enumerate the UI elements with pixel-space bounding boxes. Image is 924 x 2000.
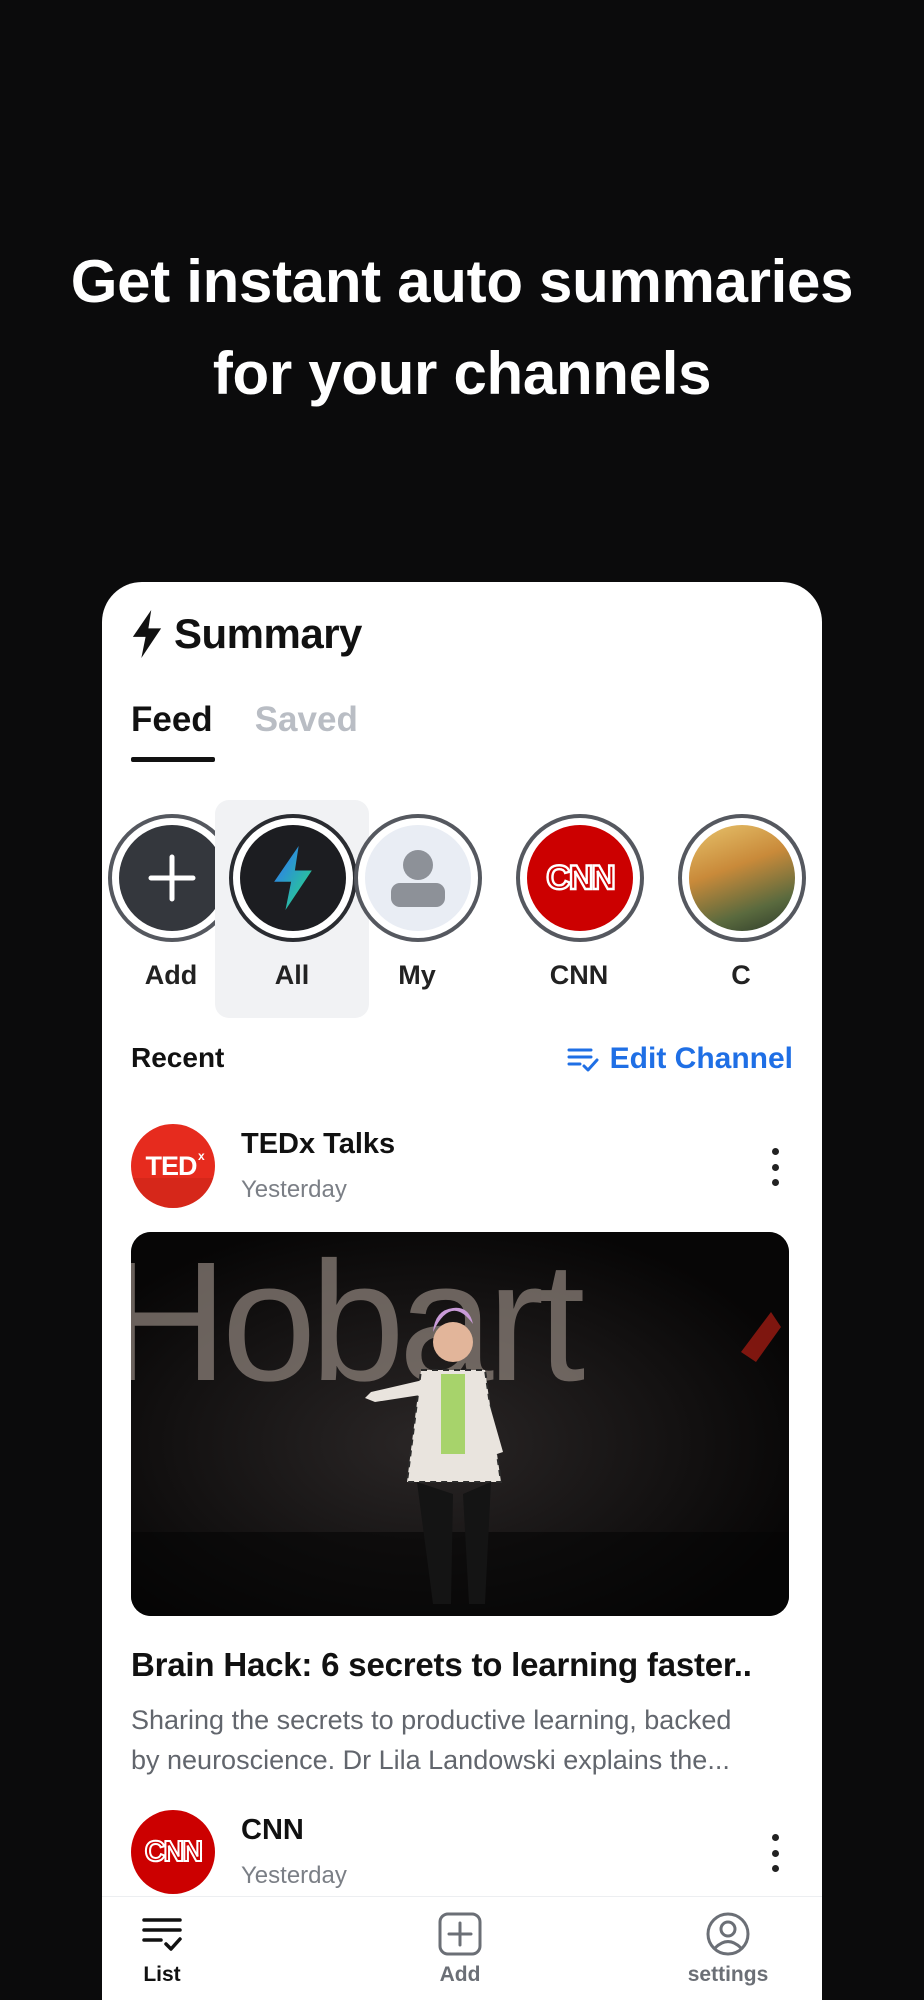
promo-headline: Get instant auto summaries for your chan…: [0, 236, 924, 420]
post-time: Yesterday: [241, 1862, 347, 1889]
more-options-icon[interactable]: [763, 1828, 787, 1878]
channel-name: CNN: [241, 1814, 304, 1846]
edit-channel-button[interactable]: Edit Channel: [566, 1042, 793, 1076]
nav-list[interactable]: List: [102, 1911, 232, 1987]
tab-saved[interactable]: Saved: [255, 700, 358, 762]
svg-text:Hobart: Hobart: [131, 1232, 584, 1417]
more-options-icon[interactable]: [763, 1142, 787, 1192]
post-title[interactable]: Brain Hack: 6 secrets to learning faster…: [131, 1646, 752, 1684]
list-edit-icon: [567, 1048, 599, 1072]
lightning-bolt-icon: [132, 610, 162, 658]
post-header: CNN CNN Yesterday: [131, 1810, 793, 1900]
app-brand: Summary: [130, 604, 362, 664]
post-header: TED x TEDx Talks Yesterday: [131, 1124, 793, 1214]
channel-thumbnail: [689, 825, 795, 931]
channel-name: TEDx Talks: [241, 1128, 396, 1160]
plus-icon: [148, 854, 196, 902]
channel-label: CNN: [549, 960, 609, 990]
svg-text:CNN: CNN: [546, 859, 614, 897]
nav-settings[interactable]: settings: [658, 1911, 798, 1987]
channel-label: C: [731, 960, 751, 990]
svg-text:TED: TED: [146, 1151, 198, 1181]
svg-text:x: x: [198, 1149, 205, 1163]
channel-label: My: [398, 960, 436, 990]
cnn-logo[interactable]: CNN: [131, 1810, 215, 1894]
channel-my[interactable]: My: [340, 800, 494, 1018]
channel-partial[interactable]: C: [664, 800, 818, 1018]
phone-screen: Summary Feed Saved Add All My CNN CNN C …: [102, 582, 822, 2000]
headline-line-1: Get instant auto summaries: [70, 248, 854, 315]
section-title: Recent: [131, 1042, 225, 1073]
nav-label: List: [143, 1963, 181, 1986]
user-circle-icon: [706, 1912, 750, 1956]
post-time: Yesterday: [241, 1176, 347, 1203]
tab-feed[interactable]: Feed: [131, 700, 215, 762]
feed-tabs: Feed Saved: [131, 700, 358, 762]
recent-section-header: Recent Edit Channel: [131, 1042, 793, 1082]
list-check-icon: [142, 1918, 182, 1951]
svg-text:CNN: CNN: [145, 1836, 202, 1868]
person-icon: [391, 850, 445, 907]
bottom-navigation: List Add settings: [102, 1896, 822, 2000]
nav-add[interactable]: Add: [390, 1911, 530, 1987]
lightning-bolt-icon: [274, 846, 312, 910]
plus-square-icon: [438, 1912, 482, 1956]
cnn-logo: CNN: [545, 858, 618, 898]
tedx-logo[interactable]: TED x: [131, 1124, 215, 1208]
post-description: Sharing the secrets to productive learni…: [131, 1700, 771, 1780]
post-description-line: Sharing the secrets to productive learni…: [131, 1705, 732, 1735]
nav-label: Add: [439, 1963, 481, 1986]
nav-label: settings: [687, 1963, 769, 1986]
post-description-line: by neuroscience. Dr Lila Landowski expla…: [131, 1745, 730, 1775]
headline-line-2: for your channels: [212, 340, 712, 407]
channel-strip: Add All My CNN CNN C: [102, 800, 822, 1020]
channel-cnn[interactable]: CNN CNN: [502, 800, 656, 1018]
app-title: Summary: [174, 610, 362, 657]
video-thumbnail[interactable]: Hobart: [131, 1232, 789, 1616]
edit-channel-label: Edit Channel: [609, 1042, 793, 1075]
